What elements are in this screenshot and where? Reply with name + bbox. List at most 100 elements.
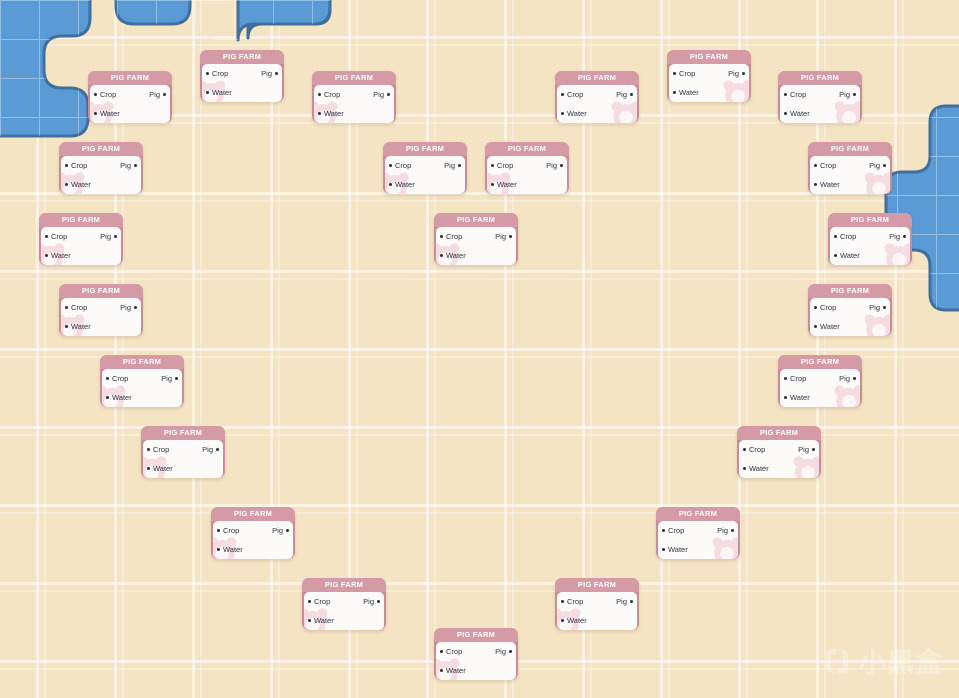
farm-card-title: PIG FARM (808, 284, 892, 298)
farm-card[interactable]: PIG FARM Crop Pig Water (59, 142, 143, 194)
bullet-dot-icon (853, 93, 856, 96)
farm-card[interactable]: PIG FARM Crop Pig Water (737, 426, 821, 478)
farm-card[interactable]: PIG FARM Crop Pig Water (485, 142, 569, 194)
resource-pig: Pig (495, 647, 512, 656)
farm-resource-row-bottom: Water (810, 175, 890, 194)
game-map-canvas[interactable]: PIG FARM Crop Pig Water PIG FARM Crop Pig Water… (0, 0, 959, 698)
resource-water-label: Water (395, 180, 415, 189)
farm-card-title: PIG FARM (88, 71, 172, 85)
farm-resource-row-bottom: Water (780, 388, 860, 407)
resource-water: Water (94, 109, 120, 118)
resource-pig: Pig (100, 232, 117, 241)
farm-card[interactable]: PIG FARM Crop Pig Water (778, 71, 862, 123)
resource-pig-label: Pig (616, 90, 627, 99)
bullet-dot-icon (65, 306, 68, 309)
resource-pig-label: Pig (839, 90, 850, 99)
farm-card[interactable]: PIG FARM Crop Pig Water (656, 507, 740, 559)
resource-crop-label: Crop (679, 69, 696, 78)
farm-card-body: Crop Pig Water (658, 521, 738, 559)
farm-resource-row-top: Crop Pig (557, 85, 637, 104)
farm-card[interactable]: PIG FARM Crop Pig Water (200, 50, 284, 102)
farm-card-body: Crop Pig Water (810, 298, 890, 336)
resource-water-label: Water (446, 251, 466, 260)
farm-card-body: Crop Pig Water (304, 592, 384, 630)
resource-crop: Crop (491, 161, 513, 170)
resource-water: Water (814, 322, 840, 331)
bullet-dot-icon (561, 600, 564, 603)
resource-pig: Pig (717, 526, 734, 535)
resource-crop: Crop (814, 303, 836, 312)
resource-water: Water (308, 616, 334, 625)
bullet-dot-icon (308, 619, 311, 622)
resource-water-label: Water (567, 616, 587, 625)
resource-crop-label: Crop (749, 445, 766, 454)
resource-crop: Crop (834, 232, 856, 241)
farm-resource-row-bottom: Water (385, 175, 465, 194)
bullet-dot-icon (812, 448, 815, 451)
resource-water: Water (662, 545, 688, 554)
farm-card[interactable]: PIG FARM Crop Pig Water (312, 71, 396, 123)
resource-crop: Crop (147, 445, 169, 454)
resource-pig-label: Pig (798, 445, 809, 454)
farm-card[interactable]: PIG FARM Crop Pig Water (555, 578, 639, 630)
farm-card[interactable]: PIG FARM Crop Pig Water (88, 71, 172, 123)
resource-pig-label: Pig (261, 69, 272, 78)
resource-water: Water (65, 322, 91, 331)
resource-crop-label: Crop (790, 90, 807, 99)
farm-card-title: PIG FARM (828, 213, 912, 227)
farm-resource-row-top: Crop Pig (810, 156, 890, 175)
farm-card-body: Crop Pig Water (669, 64, 749, 102)
farm-resource-row-bottom: Water (830, 246, 910, 265)
resource-crop-label: Crop (71, 303, 88, 312)
farm-card-body: Crop Pig Water (830, 227, 910, 265)
farm-card[interactable]: PIG FARM Crop Pig Water (434, 213, 518, 265)
farm-resource-row-top: Crop Pig (61, 298, 141, 317)
resource-pig: Pig (839, 374, 856, 383)
resource-pig-label: Pig (616, 597, 627, 606)
resource-crop: Crop (673, 69, 695, 78)
farm-card[interactable]: PIG FARM Crop Pig Water (59, 284, 143, 336)
farm-card-body: Crop Pig Water (557, 592, 637, 630)
farm-card[interactable]: PIG FARM Crop Pig Water (141, 426, 225, 478)
resource-crop: Crop (206, 69, 228, 78)
resource-water: Water (65, 180, 91, 189)
bullet-dot-icon (175, 377, 178, 380)
farm-card[interactable]: PIG FARM Crop Pig Water (211, 507, 295, 559)
resource-crop-label: Crop (153, 445, 170, 454)
bullet-dot-icon (440, 650, 443, 653)
resource-water: Water (561, 616, 587, 625)
farm-card-body: Crop Pig Water (436, 227, 516, 265)
farm-resource-row-bottom: Water (61, 317, 141, 336)
resource-crop-label: Crop (497, 161, 514, 170)
farm-card[interactable]: PIG FARM Crop Pig Water (828, 213, 912, 265)
farm-resource-row-top: Crop Pig (213, 521, 293, 540)
bullet-dot-icon (662, 548, 665, 551)
bullet-dot-icon (318, 93, 321, 96)
farm-card[interactable]: PIG FARM Crop Pig Water (39, 213, 123, 265)
farm-card-title: PIG FARM (211, 507, 295, 521)
resource-crop-label: Crop (567, 597, 584, 606)
resource-pig-label: Pig (869, 303, 880, 312)
farm-card-body: Crop Pig Water (41, 227, 121, 265)
farm-card[interactable]: PIG FARM Crop Pig Water (434, 628, 518, 680)
resource-crop-label: Crop (112, 374, 129, 383)
farm-card[interactable]: PIG FARM Crop Pig Water (100, 355, 184, 407)
resource-pig: Pig (202, 445, 219, 454)
bullet-dot-icon (509, 650, 512, 653)
farm-card[interactable]: PIG FARM Crop Pig Water (383, 142, 467, 194)
farm-card[interactable]: PIG FARM Crop Pig Water (808, 284, 892, 336)
resource-pig-label: Pig (149, 90, 160, 99)
farm-resource-row-bottom: Water (213, 540, 293, 559)
farm-card[interactable]: PIG FARM Crop Pig Water (667, 50, 751, 102)
resource-water: Water (743, 464, 769, 473)
resource-crop-label: Crop (223, 526, 240, 535)
farm-card[interactable]: PIG FARM Crop Pig Water (302, 578, 386, 630)
farm-card[interactable]: PIG FARM Crop Pig Water (555, 71, 639, 123)
farm-card-title: PIG FARM (100, 355, 184, 369)
farm-card[interactable]: PIG FARM Crop Pig Water (778, 355, 862, 407)
farm-card-body: Crop Pig Water (213, 521, 293, 559)
resource-crop-label: Crop (100, 90, 117, 99)
farm-resource-row-bottom: Water (202, 83, 282, 102)
farm-resource-row-top: Crop Pig (202, 64, 282, 83)
farm-card[interactable]: PIG FARM Crop Pig Water (808, 142, 892, 194)
